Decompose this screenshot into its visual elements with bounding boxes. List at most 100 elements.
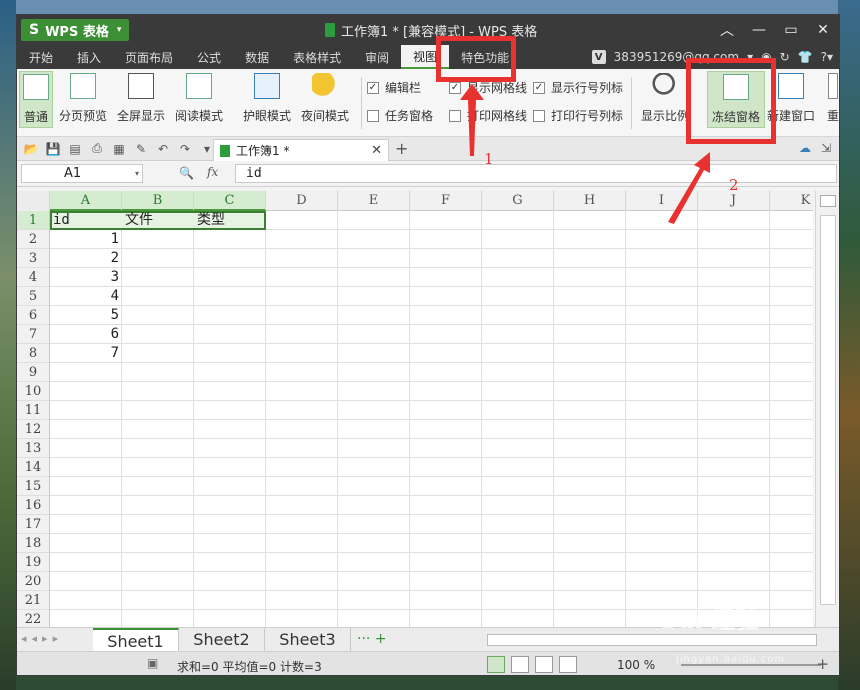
scroll-thumb[interactable] <box>820 215 836 605</box>
column-header[interactable]: H <box>554 191 626 211</box>
normal-view-icon[interactable] <box>487 656 505 673</box>
row-header[interactable]: 9 <box>17 363 49 382</box>
page-layout-view-icon[interactable] <box>535 656 553 673</box>
add-sheet-icon[interactable]: ··· + <box>357 631 387 647</box>
tab-formulas[interactable]: 公式 <box>185 45 233 69</box>
name-box[interactable]: A1 ▾ <box>21 164 143 183</box>
pin-icon[interactable]: ⇲ <box>821 141 831 155</box>
fullscreen-button[interactable]: 全屏显示 <box>117 73 165 124</box>
close-tab-icon[interactable]: ✕ <box>371 143 382 158</box>
print-icon[interactable]: ⎙ <box>89 141 105 157</box>
reading-view-icon[interactable] <box>559 656 577 673</box>
cell-a4[interactable]: 3 <box>50 268 122 287</box>
row-header[interactable]: 11 <box>17 401 49 420</box>
formula-bar-checkbox[interactable]: ✓ 编辑栏 <box>367 79 421 96</box>
task-pane-checkbox[interactable]: 任务窗格 <box>367 107 433 124</box>
sync-icon[interactable]: ↻ <box>780 50 790 64</box>
cloud-icon[interactable]: ☁ <box>799 141 811 155</box>
zoom-in-icon[interactable]: + <box>816 655 829 673</box>
cell-a8[interactable]: 7 <box>50 344 122 363</box>
row-header[interactable]: 15 <box>17 477 49 496</box>
row-header[interactable]: 7 <box>17 325 49 344</box>
column-header[interactable]: K <box>770 191 813 211</box>
row-header[interactable]: 21 <box>17 591 49 610</box>
show-headings-checkbox[interactable]: ✓ 显示行号列标 <box>533 79 623 96</box>
tab-data[interactable]: 数据 <box>233 45 281 69</box>
row-header[interactable]: 5 <box>17 287 49 306</box>
sheet-tab-sheet1[interactable]: Sheet1 <box>93 628 179 652</box>
column-header[interactable]: A <box>50 191 122 211</box>
undo-icon[interactable]: ↶ <box>155 141 171 157</box>
rearrange-button[interactable]: 重 <box>827 73 839 124</box>
row-header[interactable]: 12 <box>17 420 49 439</box>
cell-c1[interactable]: 类型 <box>194 211 266 230</box>
column-header[interactable]: F <box>410 191 482 211</box>
tab-page-layout[interactable]: 页面布局 <box>113 45 185 69</box>
vertical-scrollbar[interactable] <box>815 191 839 627</box>
sheet-tab-sheet3[interactable]: Sheet3 <box>265 628 351 652</box>
row-header[interactable]: 16 <box>17 496 49 515</box>
row-header[interactable]: 8 <box>17 344 49 363</box>
column-header[interactable]: C <box>194 191 266 211</box>
page-break-preview-button[interactable]: 分页预览 <box>59 73 107 124</box>
select-all-corner[interactable] <box>17 191 50 211</box>
row-header[interactable]: 19 <box>17 553 49 572</box>
column-header[interactable]: J <box>698 191 770 211</box>
column-header[interactable]: G <box>482 191 554 211</box>
reading-mode-button[interactable]: 阅读模式 <box>175 73 223 124</box>
column-header[interactable]: D <box>266 191 338 211</box>
close-button[interactable]: ✕ <box>807 15 839 45</box>
row-header[interactable]: 14 <box>17 458 49 477</box>
app-menu-button[interactable]: S WPS 表格 ▾ <box>21 19 130 41</box>
save-icon[interactable]: 💾 <box>45 141 61 157</box>
cell-b1[interactable]: 文件 <box>122 211 194 230</box>
formula-input[interactable]: id <box>235 164 837 183</box>
row-header[interactable]: 2 <box>17 230 49 249</box>
column-header[interactable]: B <box>122 191 194 211</box>
row-header[interactable]: 18 <box>17 534 49 553</box>
macro-icon[interactable]: ▣ <box>147 656 158 670</box>
format-painter-icon[interactable]: ✎ <box>133 141 149 157</box>
search-icon[interactable]: 🔍 <box>179 166 194 180</box>
zoom-level[interactable]: 100 % <box>617 658 655 672</box>
sheet-nav-arrows-icon[interactable]: ◂◂▸▸ <box>21 632 63 645</box>
collapse-ribbon-icon[interactable]: ︿ <box>711 15 743 45</box>
night-mode-button[interactable]: 夜间模式 <box>301 73 349 124</box>
cell-a6[interactable]: 5 <box>50 306 122 325</box>
print-preview-icon[interactable]: ▦ <box>111 141 127 157</box>
row-header[interactable]: 4 <box>17 268 49 287</box>
column-header[interactable]: E <box>338 191 410 211</box>
shirt-icon[interactable]: 👕 <box>798 50 813 64</box>
row-header[interactable]: 6 <box>17 306 49 325</box>
print-headings-checkbox[interactable]: 打印行号列标 <box>533 107 623 124</box>
column-header[interactable]: I <box>626 191 698 211</box>
normal-view-button[interactable]: 普通 <box>19 71 53 128</box>
sheet-tab-sheet2[interactable]: Sheet2 <box>179 628 265 652</box>
help-icon[interactable]: ?▾ <box>821 50 833 64</box>
cell-a7[interactable]: 6 <box>50 325 122 344</box>
tab-table-style[interactable]: 表格样式 <box>281 45 353 69</box>
row-header[interactable]: 22 <box>17 610 49 627</box>
page-break-view-icon[interactable] <box>511 656 529 673</box>
minimize-button[interactable]: — <box>743 15 775 45</box>
zoom-button[interactable]: 显示比例 <box>641 73 689 124</box>
cell-area[interactable]: id 文件 类型 1 2 3 4 5 6 7 <box>50 211 813 627</box>
tab-insert[interactable]: 插入 <box>65 45 113 69</box>
row-header[interactable]: 13 <box>17 439 49 458</box>
document-tab[interactable]: 工作簿1 * ✕ <box>213 139 389 161</box>
tab-review[interactable]: 审阅 <box>353 45 401 69</box>
fx-icon[interactable]: fx <box>207 165 218 179</box>
open-folder-icon[interactable]: 📂 <box>23 141 39 157</box>
horizontal-scrollbar[interactable] <box>487 634 817 646</box>
new-tab-plus-icon[interactable]: + <box>395 139 408 158</box>
row-header[interactable]: 17 <box>17 515 49 534</box>
row-header[interactable]: 10 <box>17 382 49 401</box>
cell-a5[interactable]: 4 <box>50 287 122 306</box>
row-header[interactable]: 20 <box>17 572 49 591</box>
tab-home[interactable]: 开始 <box>17 45 65 69</box>
eye-protection-button[interactable]: 护眼模式 <box>243 73 291 124</box>
cell-a3[interactable]: 2 <box>50 249 122 268</box>
maximize-button[interactable]: ▭ <box>775 15 807 45</box>
cell-a2[interactable]: 1 <box>50 230 122 249</box>
redo-icon[interactable]: ↷ <box>177 141 193 157</box>
